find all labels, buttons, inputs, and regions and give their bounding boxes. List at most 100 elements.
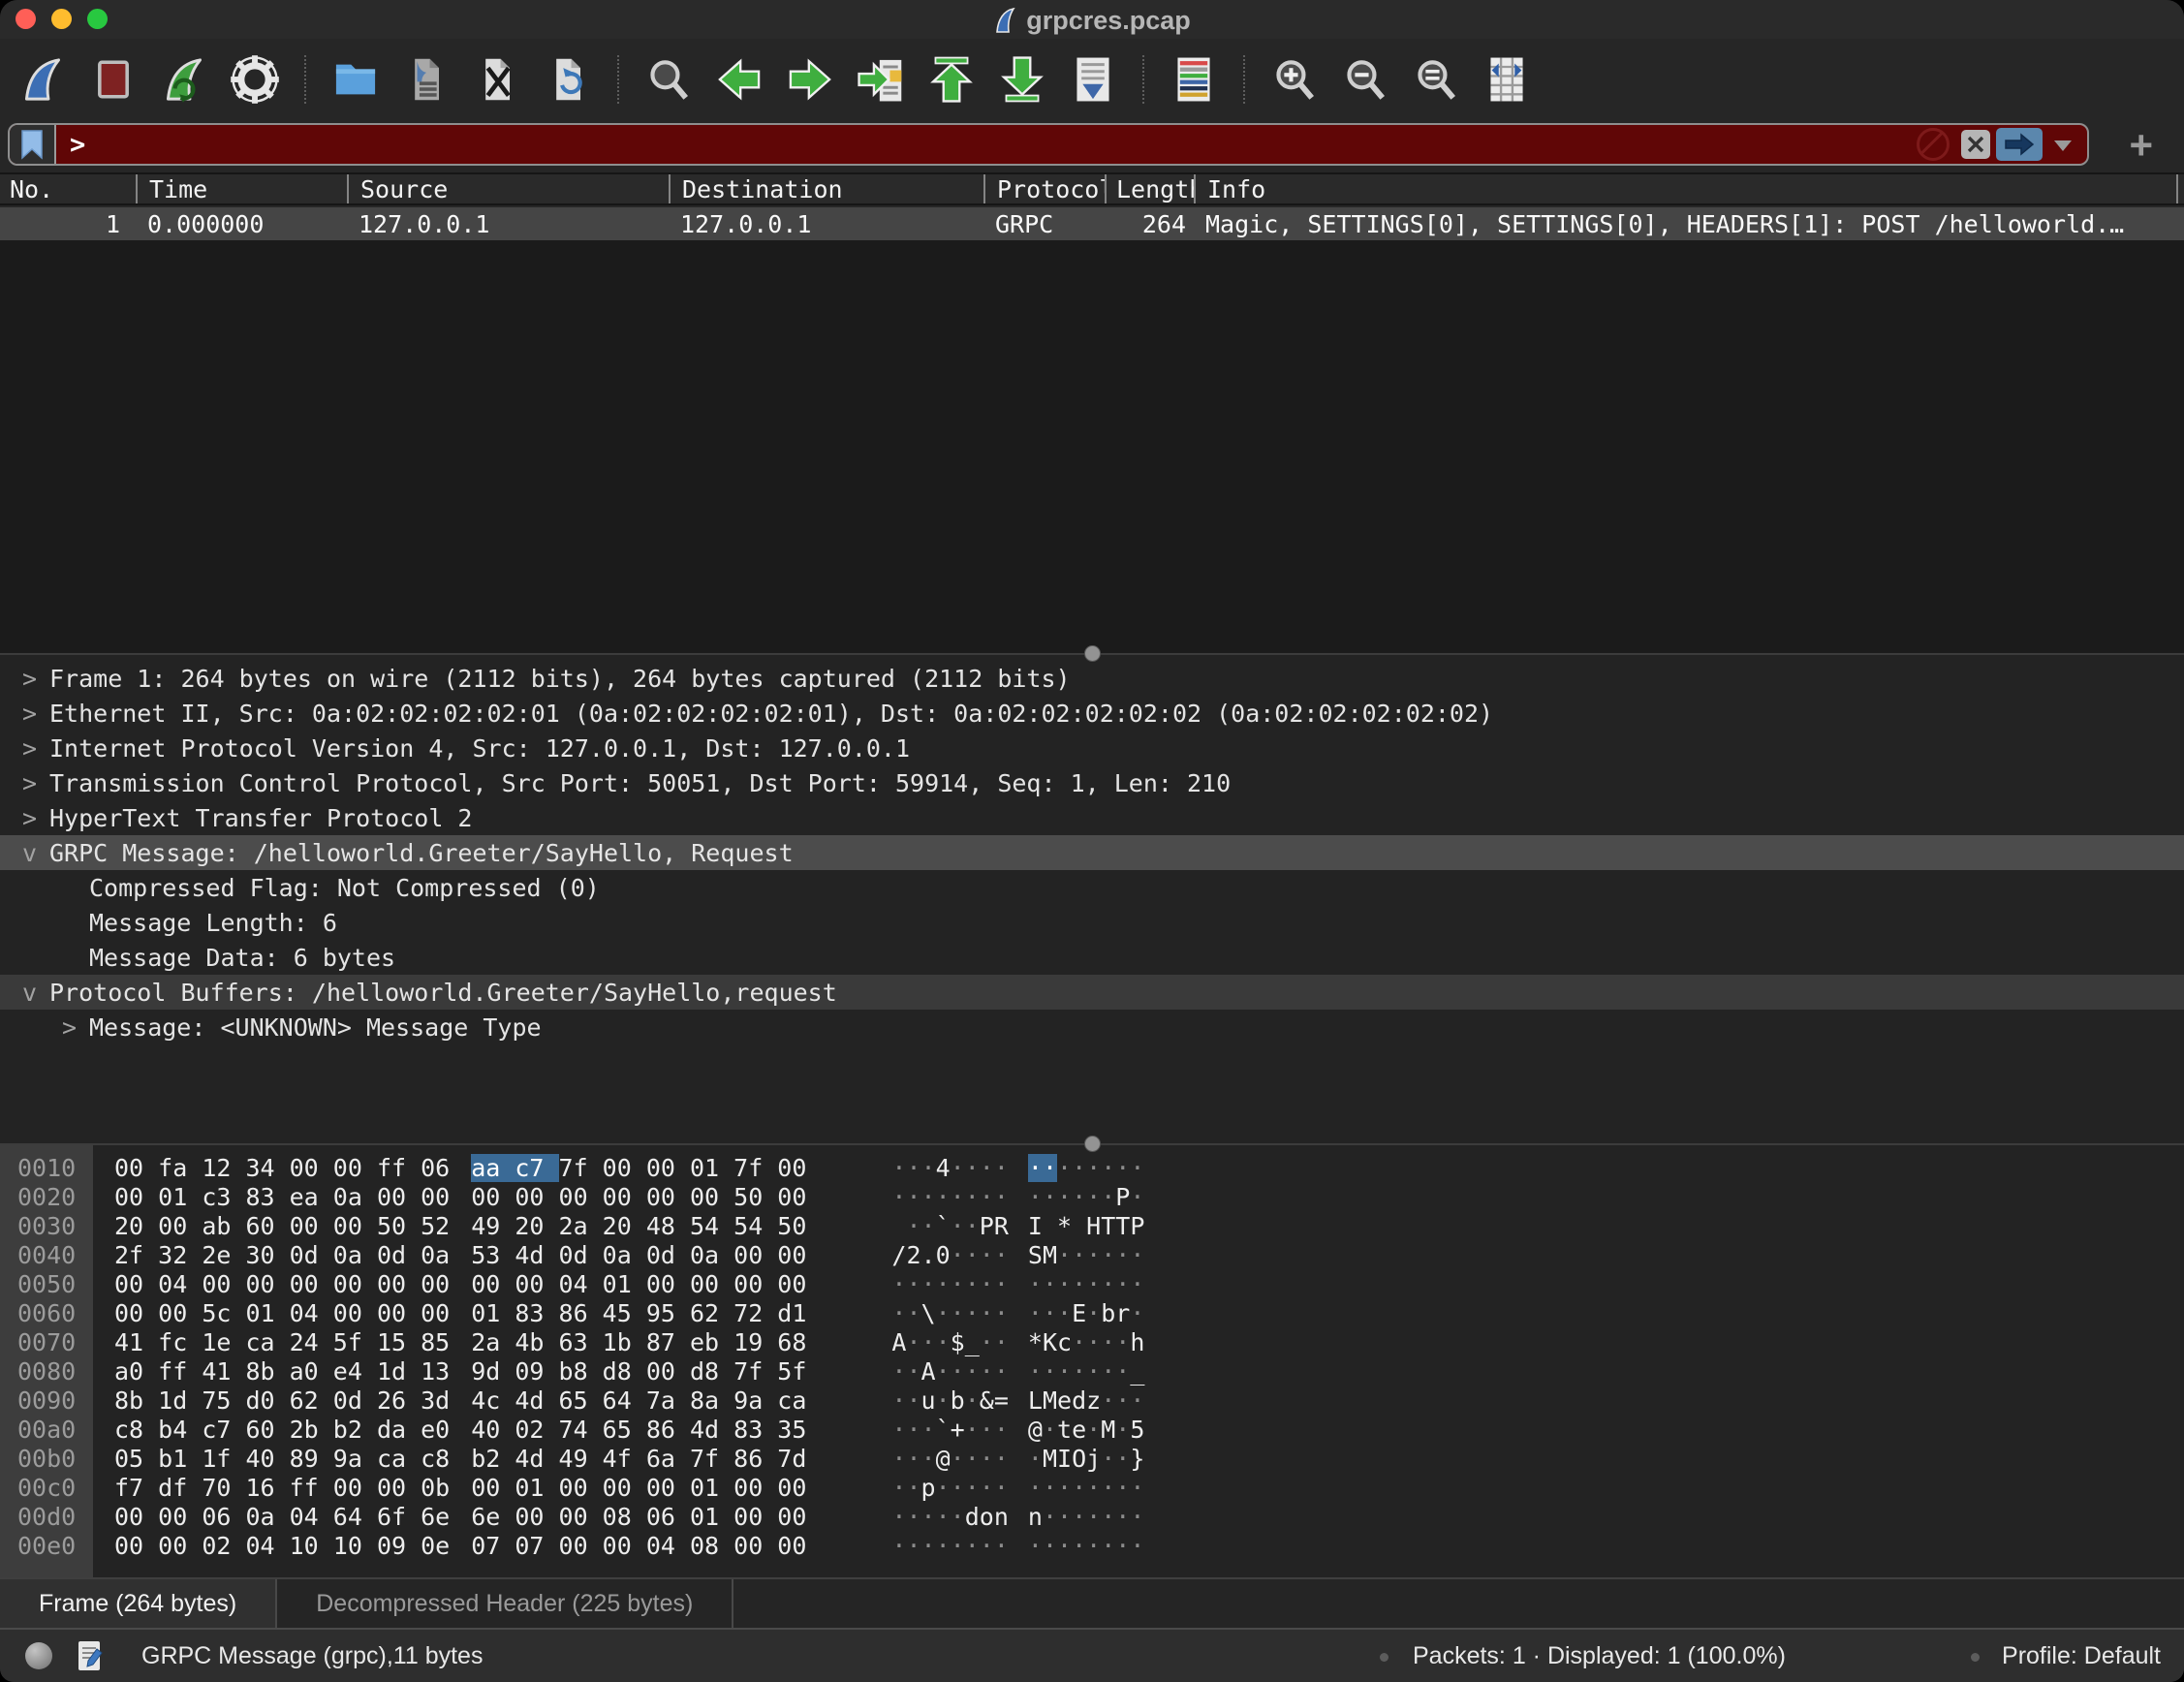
hex-row[interactable]: 002000 01 c3 83 ea 0a 00 0000 00 00 00 0… bbox=[0, 1182, 2184, 1211]
detail-row[interactable]: vProtocol Buffers: /helloworld.Greeter/S… bbox=[0, 975, 2184, 1010]
hex-byte-group: c8 b4 c7 60 2b b2 da e0 bbox=[114, 1416, 450, 1444]
pane-splitter-handle[interactable] bbox=[1084, 1136, 1101, 1152]
go-to-packet-icon[interactable] bbox=[850, 48, 912, 110]
first-packet-icon[interactable] bbox=[920, 48, 983, 110]
filter-add-button[interactable]: + bbox=[2123, 120, 2159, 171]
detail-row[interactable]: >HyperText Transfer Protocol 2 bbox=[0, 800, 2184, 835]
hex-byte-group: 07 07 00 00 04 08 00 00 bbox=[471, 1532, 806, 1560]
auto-scroll-icon[interactable] bbox=[1062, 48, 1124, 110]
chevron-right-icon[interactable]: > bbox=[22, 804, 49, 832]
detail-row[interactable]: >Internet Protocol Version 4, Src: 127.0… bbox=[0, 731, 2184, 765]
detail-row[interactable]: vGRPC Message: /helloworld.Greeter/SayHe… bbox=[0, 835, 2184, 870]
resize-columns-icon[interactable] bbox=[1476, 48, 1538, 110]
packet-list-empty-area bbox=[0, 240, 2184, 653]
detail-row[interactable]: Message Length: 6 bbox=[0, 905, 2184, 940]
column-header-info[interactable]: Info bbox=[1194, 174, 2176, 203]
hex-row[interactable]: 007041 fc 1e ca 24 5f 15 852a 4b 63 1b 8… bbox=[0, 1327, 2184, 1356]
pane-splitter-handle[interactable] bbox=[1084, 645, 1101, 662]
hex-byte-group: 00 00 04 01 00 00 00 00 bbox=[471, 1270, 806, 1298]
restart-capture-icon[interactable] bbox=[153, 48, 215, 110]
column-header-length[interactable]: Length bbox=[1105, 174, 1194, 203]
chevron-right-icon[interactable]: > bbox=[22, 700, 49, 728]
hex-ascii-group: ······P· bbox=[1028, 1183, 1145, 1211]
detail-text: Ethernet II, Src: 0a:02:02:02:02:01 (0a:… bbox=[49, 700, 1493, 728]
filter-clear-button[interactable] bbox=[1961, 130, 1990, 159]
detail-row[interactable]: >Message: <UNKNOWN> Message Type bbox=[0, 1010, 2184, 1044]
chevron-down-icon[interactable]: v bbox=[22, 979, 49, 1007]
detail-row[interactable]: >Frame 1: 264 bytes on wire (2112 bits),… bbox=[0, 661, 2184, 696]
chevron-right-icon[interactable]: > bbox=[22, 665, 49, 693]
tab-frame-264-bytes[interactable]: Frame (264 bytes) bbox=[0, 1579, 277, 1628]
display-filter-input[interactable]: > bbox=[8, 123, 2089, 166]
hex-row[interactable]: 00908b 1d 75 d0 62 0d 26 3d4c 4d 65 64 7… bbox=[0, 1386, 2184, 1415]
hex-byte-group: 00 00 00 00 00 00 50 00 bbox=[471, 1183, 806, 1211]
packet-details-pane: >Frame 1: 264 bytes on wire (2112 bits),… bbox=[0, 653, 2184, 1143]
stop-capture-icon[interactable] bbox=[82, 48, 144, 110]
detail-row[interactable]: >Transmission Control Protocol, Src Port… bbox=[0, 765, 2184, 800]
detail-row[interactable]: Compressed Flag: Not Compressed (0) bbox=[0, 870, 2184, 905]
reload-file-icon[interactable] bbox=[537, 48, 599, 110]
previous-packet-icon[interactable] bbox=[708, 48, 770, 110]
capture-comment-button[interactable] bbox=[76, 1639, 105, 1672]
column-header-source[interactable]: Source bbox=[347, 174, 669, 203]
packet-row-selected[interactable]: 10.000000127.0.0.1127.0.0.1GRPC264Magic,… bbox=[0, 207, 2184, 240]
find-packet-icon[interactable] bbox=[638, 48, 700, 110]
tab-decompressed-header-225-bytes[interactable]: Decompressed Header (225 bytes) bbox=[277, 1579, 733, 1628]
hex-row[interactable]: 001000 fa 12 34 00 00 ff 06aa c7 7f 00 0… bbox=[0, 1153, 2184, 1182]
packet-counts: Packets: 1 · Displayed: 1 (100.0%) bbox=[1413, 1642, 1786, 1670]
detail-text: Message: <UNKNOWN> Message Type bbox=[89, 1013, 542, 1042]
chevron-right-icon[interactable]: > bbox=[22, 734, 49, 763]
capture-options-gear-icon[interactable] bbox=[224, 48, 286, 110]
hex-ascii-group: ········ bbox=[1028, 1154, 1145, 1182]
filter-apply-button[interactable] bbox=[1996, 128, 2043, 161]
wireshark-start-capture-icon[interactable] bbox=[12, 48, 74, 110]
zoom-reset-icon[interactable] bbox=[1405, 48, 1467, 110]
chevron-right-icon[interactable]: > bbox=[22, 769, 49, 797]
last-packet-icon[interactable] bbox=[991, 48, 1053, 110]
hex-row[interactable]: 00d000 00 06 0a 04 64 6f 6e6e 00 00 08 0… bbox=[0, 1502, 2184, 1531]
column-header-destination[interactable]: Destination bbox=[669, 174, 983, 203]
status-grip-dot bbox=[1971, 1653, 1980, 1662]
zoom-in-icon[interactable] bbox=[1264, 48, 1326, 110]
filter-dropdown-caret[interactable] bbox=[2054, 140, 2072, 160]
hex-offset: 00a0 bbox=[0, 1416, 93, 1444]
hex-row[interactable]: 00b005 b1 1f 40 89 9a ca c8b2 4d 49 4f 6… bbox=[0, 1444, 2184, 1473]
chevron-right-icon[interactable]: > bbox=[62, 1013, 89, 1042]
bookmark-icon bbox=[19, 129, 45, 160]
hex-row[interactable]: 0080a0 ff 41 8b a0 e4 1d 139d 09 b8 d8 0… bbox=[0, 1356, 2184, 1386]
hex-offset: 00c0 bbox=[0, 1474, 93, 1502]
close-file-icon[interactable] bbox=[466, 48, 528, 110]
window-title: grpcres.pcap bbox=[0, 0, 2184, 41]
detail-text: Message Data: 6 bytes bbox=[89, 944, 395, 972]
hex-ascii-group: ···4···· bbox=[891, 1154, 1009, 1182]
column-header-protocol[interactable]: Protocol bbox=[983, 174, 1105, 203]
status-grip-dot bbox=[1380, 1653, 1388, 1662]
save-file-icon[interactable] bbox=[395, 48, 457, 110]
hex-dump-pane: 001000 fa 12 34 00 00 ff 06aa c7 7f 00 0… bbox=[0, 1143, 2184, 1577]
hex-row[interactable]: 00402f 32 2e 30 0d 0a 0d 0a53 4d 0d 0a 0… bbox=[0, 1240, 2184, 1269]
hex-row[interactable]: 00e000 00 02 04 10 10 09 0e07 07 00 00 0… bbox=[0, 1531, 2184, 1560]
hex-byte-group: 41 fc 1e ca 24 5f 15 85 bbox=[114, 1328, 450, 1356]
profile-label[interactable]: Profile: Default bbox=[2002, 1642, 2161, 1670]
hex-row[interactable]: 00a0c8 b4 c7 60 2b b2 da e040 02 74 65 8… bbox=[0, 1415, 2184, 1444]
column-header-no[interactable]: No. bbox=[0, 174, 136, 203]
hex-row[interactable]: 005000 04 00 00 00 00 00 0000 00 04 01 0… bbox=[0, 1269, 2184, 1298]
hex-offset: 0070 bbox=[0, 1328, 93, 1356]
hex-row[interactable]: 003020 00 ab 60 00 00 50 5249 20 2a 20 4… bbox=[0, 1211, 2184, 1240]
hex-row[interactable]: 006000 00 5c 01 04 00 00 0001 83 86 45 9… bbox=[0, 1298, 2184, 1327]
chevron-down-icon[interactable]: v bbox=[22, 839, 49, 867]
hex-byte-group: 00 01 00 00 00 01 00 00 bbox=[471, 1474, 806, 1502]
hex-row[interactable]: 00c0f7 df 70 16 ff 00 00 0b00 01 00 00 0… bbox=[0, 1473, 2184, 1502]
hex-offset: 0080 bbox=[0, 1357, 93, 1386]
filter-bookmark-button[interactable] bbox=[10, 125, 56, 164]
detail-row[interactable]: Message Data: 6 bytes bbox=[0, 940, 2184, 975]
expert-info-button[interactable] bbox=[25, 1642, 52, 1669]
open-file-folder-icon[interactable] bbox=[325, 48, 387, 110]
next-packet-icon[interactable] bbox=[779, 48, 841, 110]
hex-offset: 00d0 bbox=[0, 1503, 93, 1531]
zoom-out-icon[interactable] bbox=[1334, 48, 1396, 110]
detail-row[interactable]: >Ethernet II, Src: 0a:02:02:02:02:01 (0a… bbox=[0, 696, 2184, 731]
colorize-packets-icon[interactable] bbox=[1163, 48, 1225, 110]
main-toolbar bbox=[0, 41, 2184, 118]
column-header-time[interactable]: Time bbox=[136, 174, 347, 203]
